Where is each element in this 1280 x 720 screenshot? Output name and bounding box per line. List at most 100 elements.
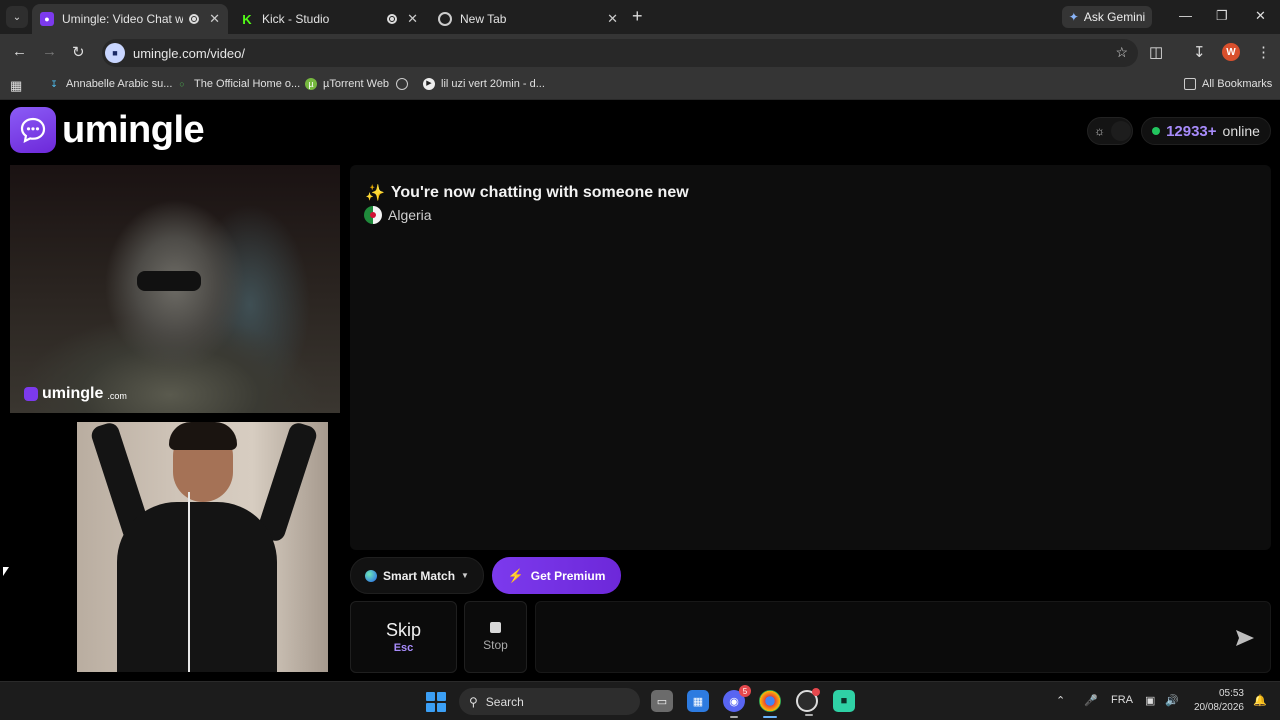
apps-grid-icon[interactable]: ▦ [10,78,22,94]
chrome-favicon-icon [438,12,452,26]
new-tab-plus-icon[interactable]: + [632,6,643,27]
close-tab-icon[interactable]: ✕ [209,11,220,27]
kick-app-icon[interactable]: ■ [833,690,855,712]
minimize-icon[interactable]: — [1179,8,1192,23]
algeria-flag-icon [364,206,382,224]
site-camera-icon[interactable]: ■ [105,43,125,63]
close-window-icon[interactable]: ✕ [1255,8,1266,24]
forward-arrow-icon[interactable]: → [42,43,57,60]
umingle-page: umingle ☼ 12933+ online umingle .com ⚐ ✨… [0,101,1280,681]
premium-label: Get Premium [530,568,606,583]
bookmark-official-home[interactable]: ○ The Official Home o... [176,78,300,90]
remote-video: umingle .com ⚐ [10,165,340,413]
bookmark-utorrent[interactable]: µ µTorrent Web [305,78,389,90]
message-input[interactable] [548,626,1228,650]
all-bookmarks-label: All Bookmarks [1202,78,1273,90]
microphone-icon[interactable]: 🎤 [1084,694,1098,707]
chat-status: ✨ You're now chatting with someone new [365,183,689,203]
windows-start-icon[interactable] [426,692,446,712]
tray-chevron-up-icon[interactable]: ⌃ [1056,694,1065,707]
bookmark-lil-uzi[interactable]: ▶ lil uzi vert 20min - d... [423,78,545,90]
sparkles-icon: ✨ [365,185,385,202]
language-indicator[interactable]: FRA [1111,694,1133,706]
bookmark-label: lil uzi vert 20min - d... [441,78,545,90]
microsoft-store-icon[interactable]: ▦ [687,690,709,712]
message-composer [535,601,1271,673]
local-video [77,422,328,672]
bookmarks-bar: ▦ ↧ Annabelle Arabic su... ○ The Officia… [0,72,1280,100]
back-arrow-icon[interactable]: ← [12,43,27,60]
volume-icon[interactable]: 🔊 [1165,694,1179,707]
address-bar[interactable]: ■ umingle.com/video/ ☆ [102,39,1138,67]
sun-icon: ☼ [1094,124,1105,138]
notification-bell-icon[interactable]: 🔔 [1253,694,1267,707]
bookmark-annabelle[interactable]: ↧ Annabelle Arabic su... [48,78,172,90]
partner-country: Algeria [364,206,432,224]
taskbar-search[interactable]: ⚲ Search [459,688,640,715]
bookmark-label: The Official Home o... [194,78,301,90]
url-text: umingle.com/video/ [133,45,245,61]
online-dot-icon [1152,127,1161,135]
tab-title: Umingle: Video Chat with St [62,12,184,26]
chrome-icon[interactable] [759,690,781,718]
clock-time: 05:53 [1218,688,1244,699]
gemini-sparkle-icon: ✦ [1068,10,1079,24]
bookmark-globe[interactable] [396,78,408,90]
site-favicon-icon: ○ [179,79,185,89]
bookmark-star-icon[interactable]: ☆ [1115,44,1128,61]
running-indicator [763,716,777,718]
tab-search-button[interactable]: ⌄ [6,6,28,28]
discord-icon[interactable]: ◉ 5 [723,685,751,718]
system-clock[interactable]: 05:53 20/08/2026 [1190,687,1244,715]
extensions-icon[interactable]: ◫ [1149,43,1163,61]
send-icon[interactable] [1232,625,1258,651]
online-counter: 12933+ online [1141,117,1271,145]
smart-match-dropdown[interactable]: Smart Match ▼ [350,557,484,594]
task-view-icon[interactable]: ▭ [651,690,673,712]
globe-icon [365,569,378,582]
ask-gemini-button[interactable]: ✦ Ask Gemini [1062,6,1152,28]
chevron-down-icon: ▼ [461,571,469,580]
tab-new-tab[interactable]: New Tab ✕ [430,4,626,34]
all-bookmarks[interactable]: All Bookmarks [1184,78,1272,90]
umingle-logo[interactable]: umingle [10,107,205,153]
browser-toolbar: ← → ↻ ■ umingle.com/video/ ☆ ◫ ↧ ⋮ [0,34,1280,72]
recording-icon [387,14,398,24]
reload-icon[interactable]: ↻ [72,43,85,61]
running-indicator [730,716,738,718]
search-icon: ⚲ [469,694,478,709]
get-premium-button[interactable]: ⚡ Get Premium [492,557,621,594]
close-tab-icon[interactable]: ✕ [407,11,418,27]
stop-button[interactable]: Stop [464,601,527,673]
obs-icon[interactable] [796,688,820,716]
restore-icon[interactable]: ❐ [1216,8,1228,24]
download-arrow-icon: ↧ [50,79,58,89]
play-icon: ▶ [423,78,435,90]
theme-toggle[interactable]: ☼ [1087,117,1133,145]
profile-avatar[interactable]: W [1222,43,1240,61]
network-icon[interactable]: ▣ [1145,694,1155,707]
ask-gemini-label: Ask Gemini [1083,10,1146,24]
running-indicator [805,714,813,716]
umingle-mini-icon [24,387,38,401]
folder-icon [1184,78,1196,90]
tab-kick-studio[interactable]: K Kick - Studio ✕ [232,4,426,34]
chat-status-text: You're now chatting with someone new [390,184,689,201]
recording-dot-icon [812,688,820,696]
skip-label: Skip [385,620,421,640]
skip-shortcut: Esc [393,642,414,654]
download-icon[interactable]: ↧ [1193,43,1206,61]
online-count: 12933+ [1166,122,1217,140]
menu-dots-icon[interactable]: ⋮ [1256,43,1271,61]
stop-label: Stop [483,638,508,652]
tab-umingle[interactable]: ● Umingle: Video Chat with St ✕ [32,4,228,34]
tab-title: New Tab [460,12,507,26]
earphone-cable [188,492,190,672]
bookmark-label: Annabelle Arabic su... [66,78,173,90]
stop-square-icon [490,622,501,633]
close-tab-icon[interactable]: ✕ [607,11,618,27]
skip-button[interactable]: Skip Esc [350,601,457,673]
tab-title: Kick - Studio [262,12,330,26]
browser-tab-bar: ⌄ ● Umingle: Video Chat with St ✕ K Kick… [0,0,1280,34]
windows-taskbar: ⚲ Search ▭ ▦ ◉ 5 ■ ⌃ 🎤 FRA ▣ 🔊 05:53 20/0… [0,681,1280,720]
